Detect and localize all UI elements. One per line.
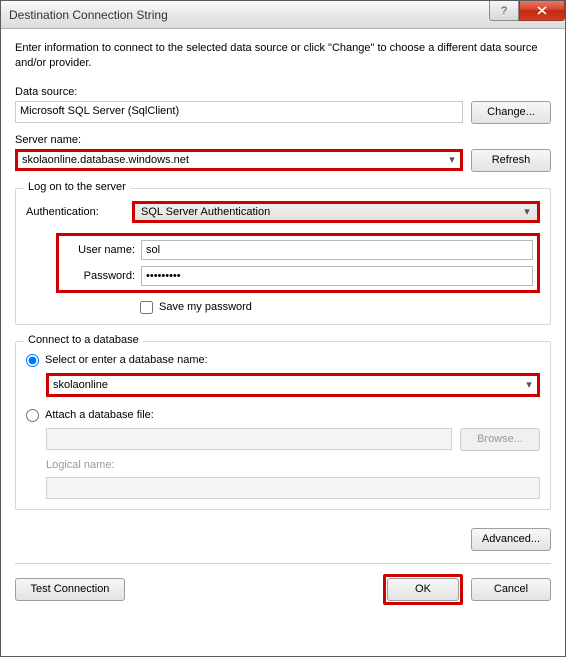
close-icon	[537, 6, 547, 15]
test-connection-button[interactable]: Test Connection	[15, 578, 125, 601]
dialog-content: Enter information to connect to the sele…	[1, 29, 565, 617]
chevron-down-icon[interactable]: ▾	[521, 376, 537, 394]
attach-db-radio[interactable]	[26, 409, 39, 422]
description-text: Enter information to connect to the sele…	[15, 41, 551, 72]
select-db-label: Select or enter a database name:	[45, 354, 208, 366]
database-name-input[interactable]	[49, 377, 521, 393]
logon-group-title: Log on to the server	[24, 181, 130, 193]
dialog-window: Destination Connection String ? Enter in…	[0, 0, 566, 657]
server-name-input[interactable]	[18, 152, 444, 168]
titlebar-buttons: ?	[489, 1, 565, 21]
data-source-label: Data source:	[15, 86, 77, 98]
logical-name-input	[46, 477, 540, 499]
browse-button: Browse...	[460, 428, 540, 451]
authentication-combo[interactable]: SQL Server Authentication ▾	[132, 201, 540, 223]
connect-group: Connect to a database Select or enter a …	[15, 341, 551, 510]
server-name-label: Server name:	[15, 134, 81, 146]
chevron-down-icon[interactable]: ▾	[519, 204, 535, 220]
logical-name-label: Logical name:	[46, 459, 540, 471]
select-db-radio[interactable]	[26, 354, 39, 367]
authentication-value: SQL Server Authentication	[141, 206, 270, 218]
help-button[interactable]: ?	[489, 1, 519, 21]
titlebar: Destination Connection String ?	[1, 1, 565, 29]
close-button[interactable]	[519, 1, 565, 21]
advanced-button[interactable]: Advanced...	[471, 528, 551, 551]
username-label: User name:	[63, 244, 141, 256]
ok-button[interactable]: OK	[387, 578, 459, 601]
connect-group-title: Connect to a database	[24, 334, 143, 346]
save-password-label: Save my password	[159, 301, 252, 313]
authentication-label: Authentication:	[26, 206, 126, 218]
change-button[interactable]: Change...	[471, 101, 551, 124]
server-name-combo[interactable]: ▾	[15, 149, 463, 171]
database-name-combo[interactable]: ▾	[46, 373, 540, 397]
attach-db-label: Attach a database file:	[45, 409, 154, 421]
logon-group: Log on to the server Authentication: SQL…	[15, 188, 551, 325]
window-title: Destination Connection String	[9, 8, 168, 22]
dialog-footer: Test Connection OK Cancel	[15, 563, 551, 605]
cancel-button[interactable]: Cancel	[471, 578, 551, 601]
ok-highlight: OK	[383, 574, 463, 605]
chevron-down-icon[interactable]: ▾	[444, 152, 460, 168]
password-input[interactable]	[141, 266, 533, 286]
data-source-field: Microsoft SQL Server (SqlClient)	[15, 101, 463, 123]
credentials-box: User name: Password:	[56, 233, 540, 293]
username-input[interactable]	[141, 240, 533, 260]
password-label: Password:	[63, 270, 141, 282]
attach-file-input	[46, 428, 452, 450]
save-password-checkbox[interactable]	[140, 301, 153, 314]
refresh-button[interactable]: Refresh	[471, 149, 551, 172]
